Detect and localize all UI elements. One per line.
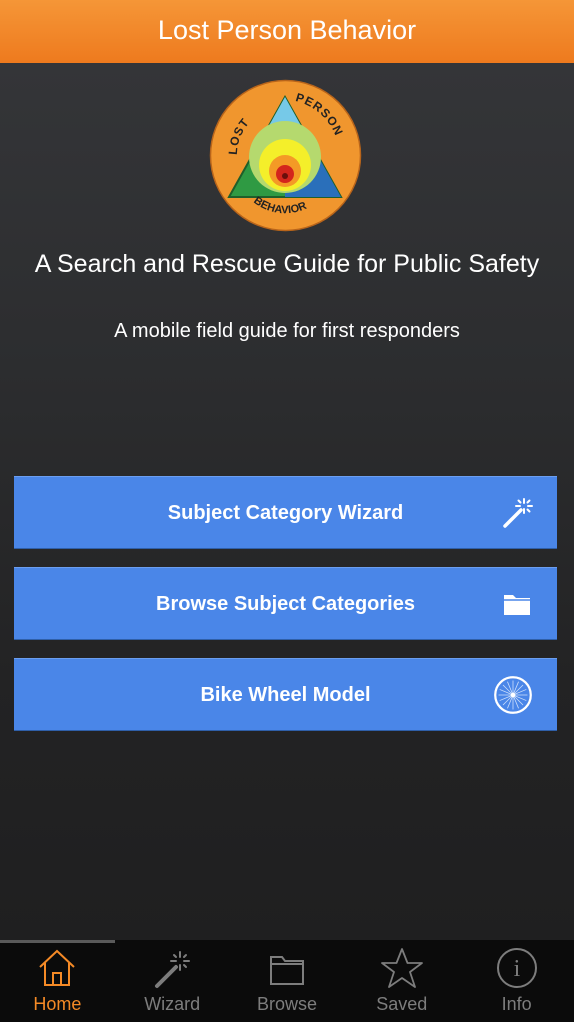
- page-subtitle: A mobile field guide for first responder…: [114, 320, 460, 342]
- tab-bar: Home Wizard Browse Saved i Info: [0, 940, 574, 1022]
- star-icon: [380, 948, 423, 988]
- info-icon: i: [496, 948, 537, 988]
- folder-icon: [269, 956, 304, 985]
- svg-text:i: i: [513, 956, 520, 982]
- browse-subject-categories-button[interactable]: Browse Subject Categories: [14, 567, 557, 640]
- tab-label: Browse: [256, 994, 317, 1014]
- lost-person-behavior-logo: LOST PERSON BEHAVIOR: [209, 79, 362, 232]
- button-label: Bike Wheel Model: [200, 684, 371, 706]
- tab-label: Wizard: [144, 994, 201, 1014]
- home-content: LOST PERSON BEHAVIOR A Search and Rescue…: [0, 63, 574, 940]
- app-header: Lost Person Behavior: [0, 0, 574, 63]
- folder-icon: [504, 595, 530, 615]
- page-headline: A Search and Rescue Guide for Public Saf…: [34, 250, 540, 278]
- tab-browse[interactable]: Browse: [230, 940, 345, 1022]
- bike-wheel-icon: [494, 676, 532, 714]
- button-label: Browse Subject Categories: [156, 593, 415, 615]
- tab-saved[interactable]: Saved: [344, 940, 459, 1022]
- tab-wizard[interactable]: Wizard: [115, 940, 230, 1022]
- tab-label: Saved: [376, 994, 428, 1014]
- button-label: Subject Category Wizard: [167, 502, 404, 524]
- tab-label: Home: [33, 994, 82, 1014]
- app-title: Lost Person Behavior: [157, 15, 417, 45]
- tab-home[interactable]: Home: [0, 940, 115, 1022]
- bike-wheel-model-button[interactable]: Bike Wheel Model: [14, 658, 557, 731]
- magic-wand-icon: [503, 498, 533, 528]
- tab-label: Info: [501, 994, 532, 1014]
- magic-wand-icon: [155, 951, 191, 988]
- tab-info[interactable]: i Info: [459, 940, 574, 1022]
- home-icon: [39, 949, 76, 986]
- subject-category-wizard-button[interactable]: Subject Category Wizard: [14, 476, 557, 549]
